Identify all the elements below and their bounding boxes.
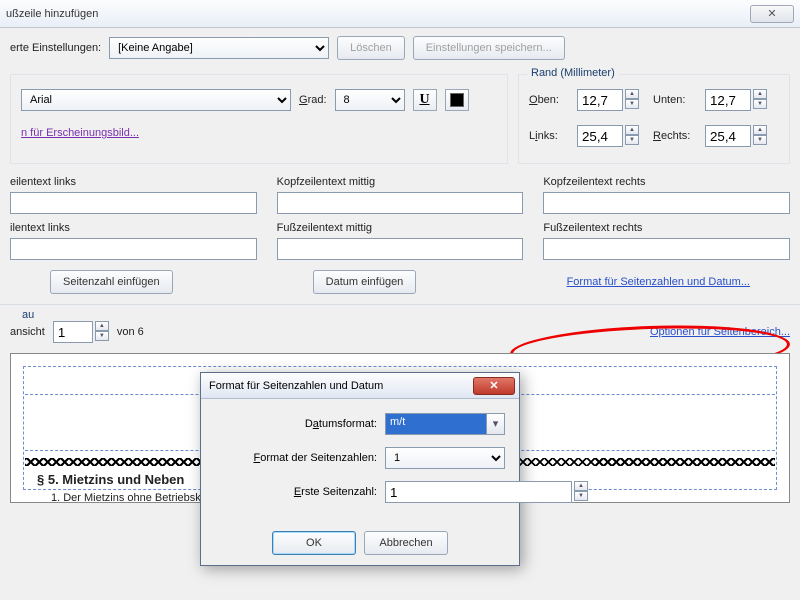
save-settings-button[interactable]: Einstellungen speichern... [413,36,565,60]
cancel-button[interactable]: Abbrechen [364,531,448,555]
underline-button[interactable]: U [413,89,437,111]
margin-right-spin[interactable]: ▲▼ [705,125,767,147]
page-format-select[interactable]: 1 [385,447,505,469]
header-right-input[interactable] [543,192,790,214]
date-format-select[interactable]: m/t [385,413,487,435]
header-mid-label: Kopfzeilentext mittig [277,176,524,188]
margin-right-label: Rechts: [653,130,697,142]
insert-page-number-button[interactable]: Seitenzahl einfügen [50,270,173,294]
close-icon: ✕ [767,7,776,20]
margins-group-label: Rand (Millimeter) [527,67,619,79]
window-close-button[interactable]: ✕ [750,5,794,23]
format-page-date-link[interactable]: Format für Seitenzahlen und Datum... [567,276,750,288]
margin-top-spin[interactable]: ▲▼ [577,89,639,111]
dialog-titlebar[interactable]: Format für Seitenzahlen und Datum ✕ [201,373,519,399]
header-right-label: Kopfzeilentext rechts [543,176,790,188]
margin-left-label: Links: [529,130,569,142]
chevron-down-icon[interactable]: ▾ [487,413,505,435]
first-page-label: Erste Seitenzahl: [217,486,377,498]
spin-up-icon[interactable]: ▲ [625,89,639,99]
window-titlebar: ußzeile hinzufügen ✕ [0,0,800,28]
footer-right-input[interactable] [543,238,790,260]
format-dialog: Format für Seitenzahlen und Datum ✕ Datu… [200,372,520,566]
underline-icon: U [419,92,429,108]
footer-left-input[interactable] [10,238,257,260]
dialog-close-button[interactable]: ✕ [473,377,515,395]
preview-of-label: von 6 [117,326,144,338]
page-format-label: Format der Seitenzahlen: [217,452,377,464]
footer-mid-label: Fußzeilentext mittig [277,222,524,234]
ok-button[interactable]: OK [272,531,356,555]
margin-left-spin[interactable]: ▲▼ [577,125,639,147]
footer-left-label: ilentext links [10,222,257,234]
date-format-label: Datumsformat: [217,418,377,430]
appearance-options-link[interactable]: n für Erscheinungsbild... [21,127,139,139]
footer-mid-input[interactable] [277,238,524,260]
margin-bottom-label: Unten: [653,94,697,106]
spin-down-icon[interactable]: ▼ [625,99,639,109]
font-size-select[interactable]: 8 [335,89,405,111]
dialog-title: Format für Seitenzahlen und Datum [209,380,383,392]
header-left-label: eilentext links [10,176,257,188]
font-size-label: Grad: [299,94,327,106]
window-title: ußzeile hinzufügen [6,8,98,20]
first-page-spin[interactable]: ▲▼ [385,481,505,503]
saved-settings-select[interactable]: [Keine Angabe] [109,37,329,59]
preview-page-spin[interactable]: ▲▼ [53,321,109,343]
header-left-input[interactable] [10,192,257,214]
preview-view-label: ansicht [10,326,45,338]
insert-date-button[interactable]: Datum einfügen [313,270,417,294]
font-family-select[interactable]: Arial [21,89,291,111]
close-icon: ✕ [489,379,498,392]
margin-bottom-spin[interactable]: ▲▼ [705,89,767,111]
saved-settings-label: erte Einstellungen: [10,42,101,54]
margin-top-label: Oben: [529,94,569,106]
color-swatch-icon [450,93,464,107]
delete-button[interactable]: Löschen [337,36,405,60]
header-mid-input[interactable] [277,192,524,214]
page-range-options-link[interactable]: Optionen für Seitenbereich... [650,326,790,338]
preview-group-label: au [18,309,38,321]
font-color-button[interactable] [445,89,469,111]
footer-right-label: Fußzeilentext rechts [543,222,790,234]
doc-heading: § 5. Mietzins und Neben [37,472,184,487]
